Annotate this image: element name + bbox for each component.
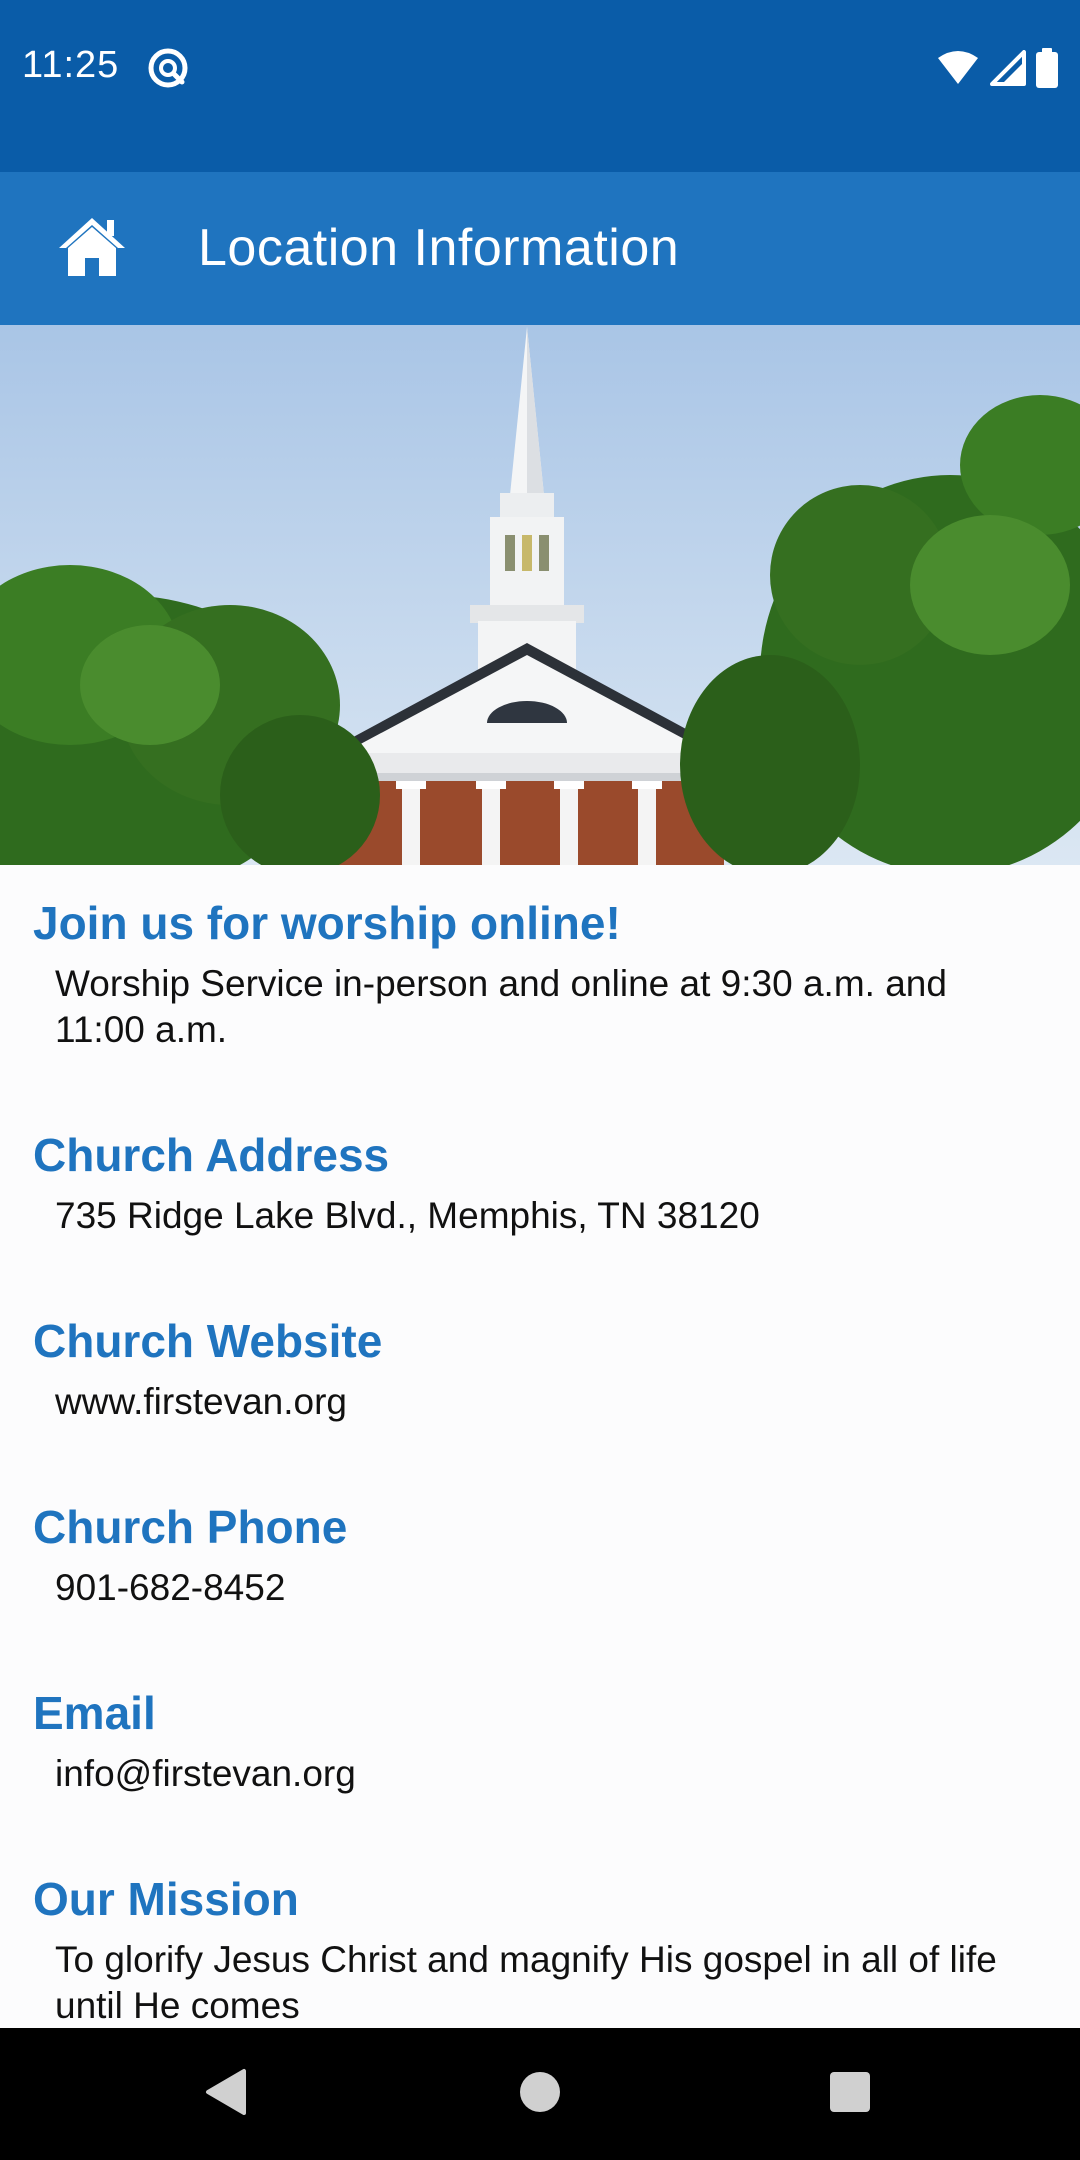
phone-link[interactable]: 901-682-8452	[33, 1565, 347, 1611]
section-title: Email	[33, 1687, 156, 1739]
content: Join us for worship online! Worship Serv…	[0, 865, 1080, 2028]
at-sign-icon	[146, 46, 190, 90]
section-title: Church Address	[33, 1129, 390, 1181]
home-circle-icon	[518, 2070, 562, 2119]
back-button[interactable]	[166, 2028, 286, 2160]
wifi-icon	[936, 50, 980, 86]
section-email[interactable]: Email info@firstevan.org	[0, 1683, 396, 1797]
hero-image	[0, 325, 1080, 865]
section-title: Our Mission	[33, 1873, 299, 1925]
section-website[interactable]: Church Website www.firstevan.org	[0, 1311, 422, 1425]
address-text[interactable]: 735 Ridge Lake Blvd., Memphis, TN 38120	[33, 1193, 760, 1239]
home-nav-button[interactable]	[480, 2028, 600, 2160]
home-button[interactable]	[48, 208, 136, 288]
app-bar: Location Information	[0, 172, 1080, 325]
back-icon	[204, 2067, 248, 2122]
status-bar: 11:25	[0, 0, 1080, 172]
recents-button[interactable]	[790, 2028, 910, 2160]
section-mission: Our Mission To glorify Jesus Christ and …	[0, 1869, 1080, 2028]
home-icon	[57, 214, 127, 283]
battery-icon	[1036, 48, 1058, 88]
section-title: Church Phone	[33, 1501, 348, 1553]
section-title: Join us for worship online!	[33, 897, 621, 949]
section-title: Church Website	[33, 1315, 383, 1367]
signal-icon	[990, 50, 1026, 86]
navigation-bar	[0, 2028, 1080, 2160]
email-link[interactable]: info@firstevan.org	[33, 1751, 356, 1797]
section-body: To glorify Jesus Christ and magnify His …	[55, 1939, 997, 2026]
status-time: 11:25	[22, 44, 120, 86]
website-link[interactable]: www.firstevan.org	[33, 1379, 382, 1425]
section-worship: Join us for worship online! Worship Serv…	[0, 893, 1080, 1053]
section-phone[interactable]: Church Phone 901-682-8452	[0, 1497, 387, 1611]
screen: 11:25 Location Information Join us for w…	[0, 0, 1080, 2160]
recents-icon	[828, 2070, 872, 2119]
page-title: Location Information	[198, 219, 680, 277]
section-body: Worship Service in-person and online at …	[55, 963, 947, 1050]
section-address[interactable]: Church Address 735 Ridge Lake Blvd., Mem…	[0, 1125, 800, 1239]
status-icons	[936, 46, 1058, 90]
